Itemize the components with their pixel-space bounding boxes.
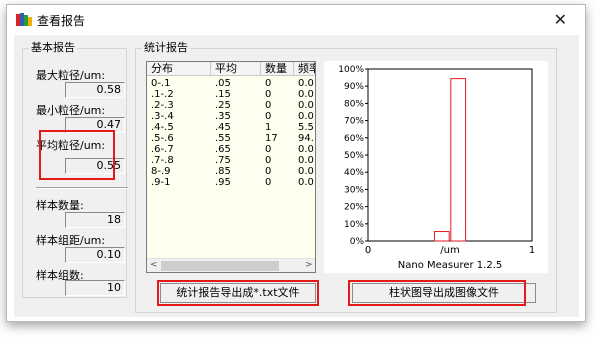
table-row[interactable]: .2-.3 .25 0 0.0 <box>147 100 315 111</box>
title-bar: 查看报告 ✕ <box>7 5 585 33</box>
cell-distribution: .7-.8 <box>151 155 174 166</box>
cell-count: 0 <box>265 111 272 122</box>
table-row[interactable]: .9-1 .95 0 0.0 <box>147 177 315 188</box>
cell-distribution: .9-1 <box>151 177 171 188</box>
table-row[interactable]: .7-.8 .75 0 0.0 <box>147 155 315 166</box>
bin-width-value: 0.10 <box>65 247 125 263</box>
table-row[interactable]: .6-.7 .65 0 0.0 <box>147 144 315 155</box>
cell-average: .35 <box>215 111 231 122</box>
avg-size-highlight <box>39 130 115 180</box>
cell-frequency: 0.0 <box>298 177 314 188</box>
cell-distribution: 8-.9 <box>151 166 171 177</box>
table-row[interactable]: .1-.2 .15 0 0.0 <box>147 89 315 100</box>
scroll-right-icon[interactable]: > <box>305 260 313 270</box>
bin-width-label: 样本组距/um: <box>36 234 106 247</box>
y-tick-label: 50% <box>344 151 364 161</box>
table-row[interactable]: .4-.5 .45 1 5.5 <box>147 122 315 133</box>
cell-distribution: .2-.3 <box>151 100 174 111</box>
cell-count: 0 <box>265 89 272 100</box>
cell-frequency: 0.0 <box>298 78 314 89</box>
cell-distribution: .5-.6 <box>151 133 174 144</box>
cell-distribution: .1-.2 <box>151 89 174 100</box>
close-icon[interactable]: ✕ <box>554 10 567 29</box>
window-title: 查看报告 <box>37 14 86 28</box>
horizontal-scrollbar[interactable]: < > <box>147 258 315 272</box>
column-header-count[interactable]: 数量 <box>261 62 294 76</box>
cell-average: .85 <box>215 166 231 177</box>
cell-count: 17 <box>265 133 278 144</box>
cell-frequency: 5.5 <box>298 122 314 133</box>
table-row[interactable]: 8-.9 .85 0 0.0 <box>147 166 315 177</box>
cell-average: .75 <box>215 155 231 166</box>
stats-report-title: 统计报告 <box>142 41 190 55</box>
x-tick-label: 1 <box>529 245 535 256</box>
table-row[interactable]: .5-.6 .55 17 94. <box>147 133 315 144</box>
y-tick-label: 20% <box>344 203 364 213</box>
cell-average: .05 <box>215 78 231 89</box>
plot-frame <box>367 68 533 242</box>
y-tick-label: 10% <box>344 220 364 230</box>
cell-distribution: .4-.5 <box>151 122 174 133</box>
cell-distribution: 0-.1 <box>151 78 171 89</box>
y-tick-label: 100% <box>338 65 364 75</box>
cell-average: .95 <box>215 177 231 188</box>
cell-count: 0 <box>265 144 272 155</box>
cell-frequency: 0.0 <box>298 89 314 100</box>
y-tick-label: 80% <box>344 99 364 109</box>
cell-frequency: 0.0 <box>298 155 314 166</box>
basic-report-group: 基本报告 最大粒径/um: 0.58 最小粒径/um: 0.47 平均粒径/um… <box>22 41 128 298</box>
column-header-distribution[interactable]: 分布 <box>147 62 211 76</box>
cell-count: 0 <box>265 166 272 177</box>
x-tick-label: 0 <box>365 245 371 256</box>
y-tick-label: 0% <box>350 237 365 247</box>
x-axis-label: /um <box>440 245 459 256</box>
y-tick-label: 70% <box>344 117 364 127</box>
cell-distribution: .3-.4 <box>151 111 174 122</box>
cell-frequency: 0.0 <box>298 166 314 177</box>
cell-distribution: .6-.7 <box>151 144 174 155</box>
cell-frequency: 94. <box>298 133 314 144</box>
cell-average: .15 <box>215 89 231 100</box>
sample-count-value: 18 <box>65 212 125 228</box>
report-window: 查看报告 ✕ 基本报告 最大粒径/um: 0.58 最小粒径/um: 0.47 … <box>6 4 586 322</box>
max-size-label: 最大粒径/um: <box>36 69 106 82</box>
y-tick-label: 30% <box>344 185 364 195</box>
cell-count: 0 <box>265 100 272 111</box>
group-divider <box>36 187 128 189</box>
report-app-icon <box>16 13 32 26</box>
cell-frequency: 0.0 <box>298 144 314 155</box>
stats-table[interactable]: 分布 平均 数量 频率 0-.1.0500.0.1-.2.1500.0.2-.3… <box>146 61 316 273</box>
y-tick-label: 60% <box>344 134 364 144</box>
cell-count: 0 <box>265 177 272 188</box>
cell-count: 0 <box>265 78 272 89</box>
scroll-left-icon[interactable]: < <box>150 260 158 270</box>
scrollbar-thumb[interactable] <box>161 261 279 271</box>
max-size-value: 0.58 <box>65 82 125 98</box>
export-txt-highlight <box>157 280 319 306</box>
basic-report-title: 基本报告 <box>29 41 77 55</box>
table-row[interactable]: 0-.1 .05 0 0.0 <box>147 78 315 89</box>
histogram-chart: 0% 10% 20% 30% 40% 50% 60% 70% 80% 90% 100% 0 1/um Na… <box>338 65 535 271</box>
cell-count: 1 <box>265 122 272 133</box>
y-tick-label: 40% <box>344 168 364 178</box>
cell-count: 0 <box>265 155 272 166</box>
column-header-frequency[interactable]: 频率 <box>294 62 315 76</box>
histogram-chart-panel: 0% 10% 20% 30% 40% 50% 60% 70% 80% 90% 100% 0 1/um Na… <box>324 61 548 273</box>
export-image-highlight <box>348 280 526 306</box>
chart-caption: Nano Measurer 1.2.5 <box>398 260 502 271</box>
cell-average: .55 <box>215 133 231 144</box>
min-size-label: 最小粒径/um: <box>36 104 106 117</box>
bin-count-value: 10 <box>65 280 125 296</box>
sample-count-label: 样本数量: <box>36 199 84 212</box>
cell-average: .45 <box>215 122 231 133</box>
cell-frequency: 0.0 <box>298 100 314 111</box>
stats-report-group: 统计报告 分布 平均 数量 频率 0-.1 .05 0 0.0 .1-.2 .15 0 0.0… <box>135 41 557 313</box>
cell-frequency: 0.0 <box>298 111 314 122</box>
column-header-average[interactable]: 平均 <box>211 62 261 76</box>
table-row[interactable]: .3-.4 .35 0 0.0 <box>147 111 315 122</box>
dialog-body: 基本报告 最大粒径/um: 0.58 最小粒径/um: 0.47 平均粒径/um… <box>14 35 579 317</box>
y-tick-label: 90% <box>344 82 364 92</box>
cell-average: .25 <box>215 100 231 111</box>
cell-average: .65 <box>215 144 231 155</box>
